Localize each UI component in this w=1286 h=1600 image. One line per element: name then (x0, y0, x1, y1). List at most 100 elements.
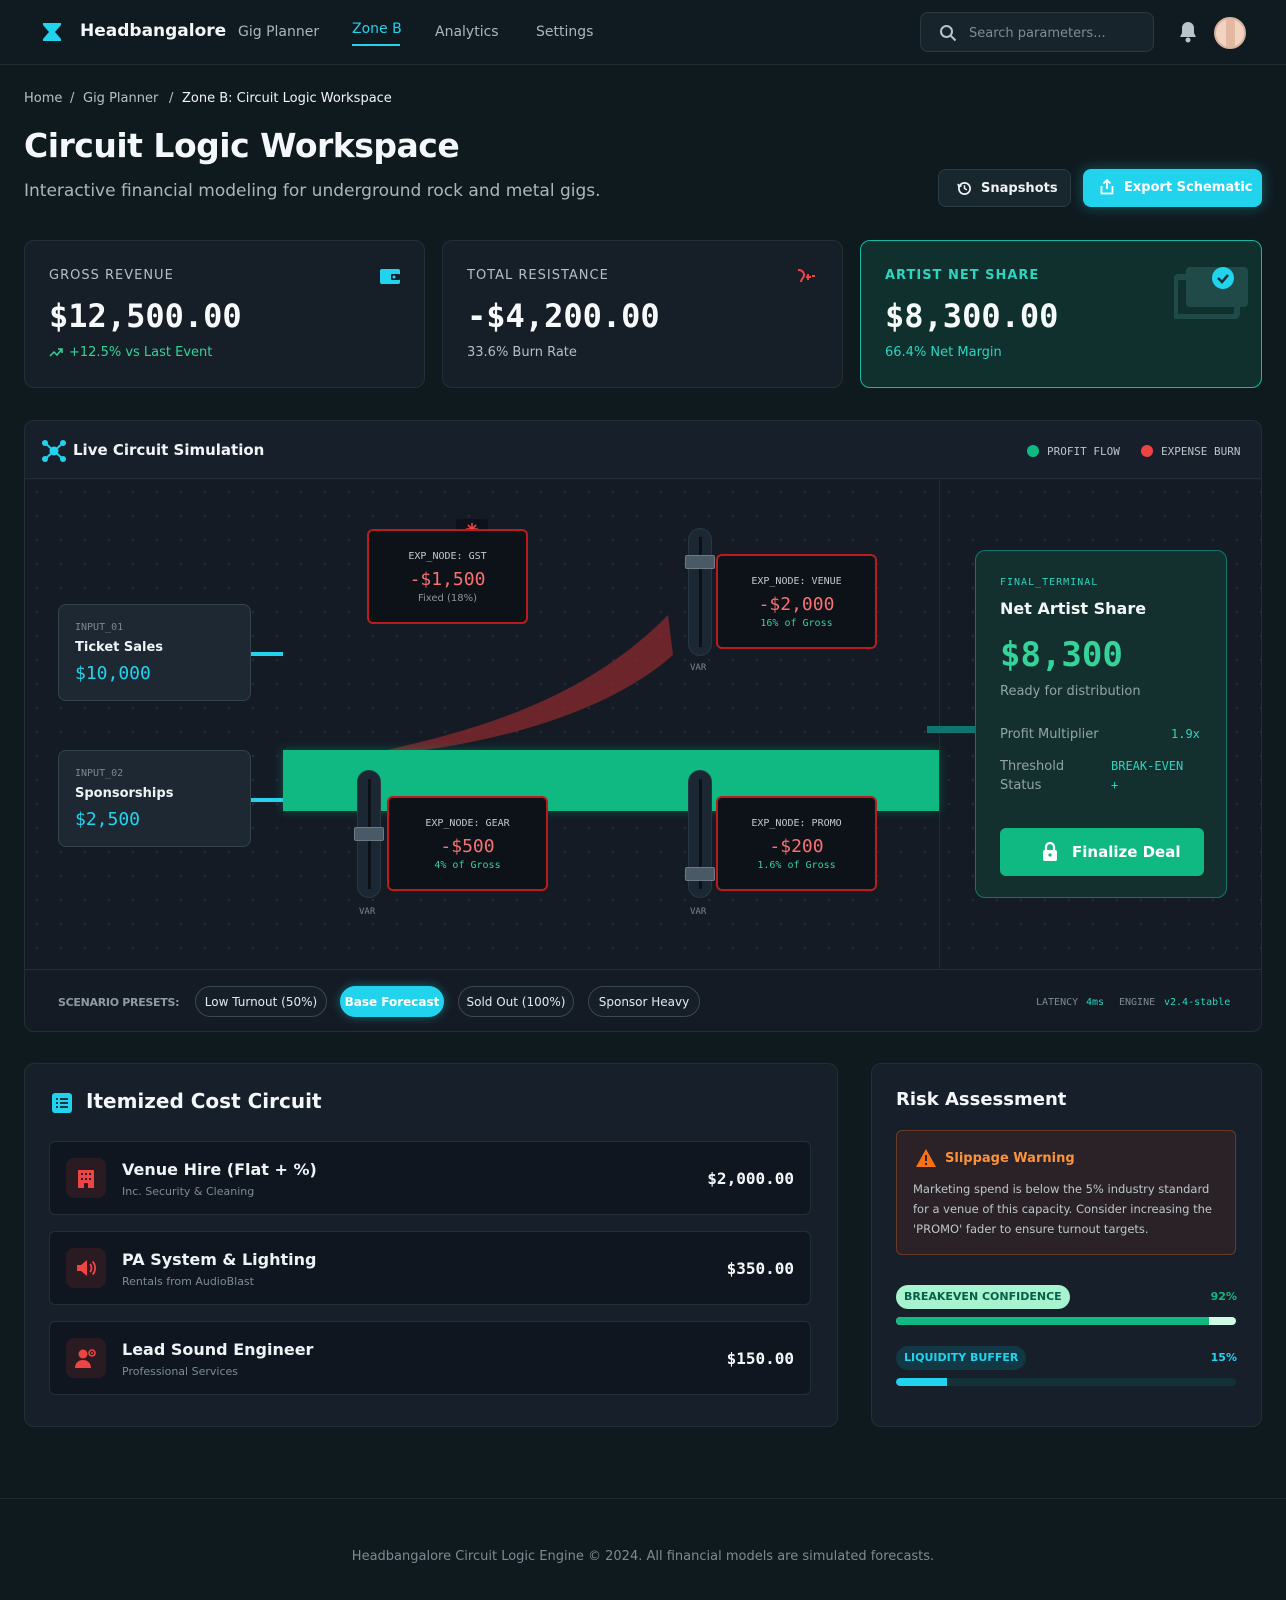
final-terminal-card: FINAL_TERMINAL Net Artist Share $8,300 R… (975, 550, 1227, 898)
stat-value: -$4,200.00 (467, 297, 660, 335)
cost-name: PA System & Lighting (122, 1250, 317, 1269)
breadcrumb-gig-planner[interactable]: Gig Planner (83, 91, 158, 106)
warning-title: Slippage Warning (945, 1151, 1075, 1166)
fader-track (699, 537, 702, 647)
terminal-value: $8,300 (1000, 635, 1123, 675)
finalize-deal-button[interactable]: Finalize Deal (1000, 828, 1204, 876)
search-box[interactable] (920, 12, 1154, 52)
brand-name[interactable]: Headbangalore (80, 21, 226, 41)
breadcrumb-current: Zone B: Circuit Logic Workspace (182, 91, 392, 106)
top-nav: Headbangalore Gig Planner Zone B Analyti… (0, 0, 1286, 65)
profit-multiplier-value: 1.9x (1171, 727, 1200, 741)
input-node-ticket-sales[interactable]: INPUT_01 Ticket Sales $10,000 (58, 604, 251, 701)
latency-label: LATENCY (1036, 997, 1079, 1008)
stat-trend: +12.5% vs Last Event (49, 345, 212, 360)
list-icon (52, 1093, 72, 1113)
input-value: $2,500 (75, 809, 141, 830)
liquidity-buffer-percent: 15% (1210, 1351, 1237, 1364)
cost-amount: $150.00 (726, 1349, 794, 1368)
bell-icon[interactable] (1178, 21, 1198, 43)
threshold-value: BREAK-EVEN (1111, 759, 1184, 773)
expense-node-promo[interactable]: EXP_NODE: PROMO -$200 1.6% of Gross (716, 796, 877, 891)
fader-knob[interactable] (685, 555, 715, 569)
page-subtitle: Interactive financial modeling for under… (24, 181, 601, 201)
cost-icon-wrap (66, 1248, 106, 1288)
nav-link-gig-planner[interactable]: Gig Planner (238, 24, 319, 40)
fader-knob[interactable] (354, 827, 384, 841)
liquidity-buffer-tag: LIQUIDITY BUFFER (896, 1346, 1027, 1370)
preset-low-turnout[interactable]: Low Turnout (50%) (195, 986, 327, 1017)
search-input[interactable] (969, 22, 1139, 44)
expense-value: -$1,500 (409, 569, 486, 590)
scenario-presets-label: SCENARIO PRESETS: (58, 996, 180, 1009)
preset-sold-out[interactable]: Sold Out (100%) (458, 986, 574, 1017)
snapshots-label: Snapshots (981, 181, 1058, 196)
avatar[interactable] (1214, 17, 1246, 49)
cost-row-sound-engineer[interactable]: Lead Sound Engineer Professional Service… (49, 1321, 811, 1395)
terminal-name: Net Artist Share (1000, 599, 1147, 618)
cost-desc: Rentals from AudioBlast (122, 1275, 254, 1288)
expense-node-venue[interactable]: EXP_NODE: VENUE -$2,000 16% of Gross (716, 554, 877, 649)
hourglass-logo-icon[interactable] (42, 23, 62, 41)
terminal-status: Ready for distribution (1000, 684, 1141, 699)
liquidity-buffer-bar (896, 1378, 1236, 1386)
circuit-hub-icon (42, 440, 66, 462)
snapshots-button[interactable]: Snapshots (938, 169, 1071, 207)
breadcrumb-separator: / (70, 91, 75, 106)
warning-body: Marketing spend is below the 5% industry… (913, 1182, 1212, 1236)
gear-fader[interactable] (354, 770, 384, 898)
export-label: Export Schematic (1124, 180, 1253, 195)
venue-fader[interactable] (685, 528, 715, 656)
circuit-canvas: INPUT_01 Ticket Sales $10,000 INPUT_02 S… (25, 480, 1261, 969)
terminal-key: FINAL_TERMINAL (1000, 577, 1099, 588)
var-label: VAR (690, 907, 707, 917)
breakeven-confidence-bar (896, 1317, 1236, 1325)
stat-trend-text: +12.5% vs Last Event (69, 345, 213, 360)
threshold-value-suffix: + (1111, 778, 1119, 792)
stat-burn-rate: 33.6% Burn Rate (467, 345, 577, 360)
itemized-cost-panel: Itemized Cost Circuit Venue Hire (Flat +… (24, 1063, 838, 1427)
profit-flow-legend-dot (1027, 445, 1039, 457)
cost-icon-wrap (66, 1338, 106, 1378)
simulation-title: Live Circuit Simulation (73, 441, 265, 459)
stat-card-gross-revenue: GROSS REVENUE $12,500.00 +12.5% vs Last … (24, 240, 425, 388)
stat-net-margin: 66.4% Net Margin (885, 345, 1002, 360)
page-footer: Headbangalore Circuit Logic Engine © 202… (0, 1498, 1286, 1600)
input-node-sponsorships[interactable]: INPUT_02 Sponsorships $2,500 (58, 750, 251, 847)
expense-value: -$2,000 (758, 594, 835, 615)
stat-label: TOTAL RESISTANCE (467, 268, 609, 283)
risk-assessment-panel: Risk Assessment Slippage Warning Marketi… (871, 1063, 1262, 1427)
stat-value: $12,500.00 (49, 297, 242, 335)
fader-knob[interactable] (685, 867, 715, 881)
promo-fader[interactable] (685, 770, 715, 898)
nav-link-analytics[interactable]: Analytics (435, 24, 499, 40)
expense-burn-legend-dot (1141, 445, 1153, 457)
warning-triangle-icon (916, 1149, 936, 1167)
money-check-icon (1174, 267, 1248, 319)
profit-flow-legend: PROFIT FLOW (1047, 445, 1120, 458)
cost-row-pa-system[interactable]: PA System & Lighting Rentals from AudioB… (49, 1231, 811, 1305)
preset-base-forecast[interactable]: Base Forecast (340, 986, 444, 1017)
breadcrumb-home[interactable]: Home (24, 91, 62, 106)
canvas-divider (939, 480, 940, 969)
expense-key: EXP_NODE: VENUE (751, 576, 842, 587)
cost-row-venue[interactable]: Venue Hire (Flat + %) Inc. Security & Cl… (49, 1141, 811, 1215)
bar-fill (896, 1317, 1209, 1325)
nav-link-zone-b[interactable]: Zone B (352, 21, 402, 37)
preset-sponsor-heavy[interactable]: Sponsor Heavy (588, 986, 700, 1017)
trending-up-icon (49, 348, 63, 357)
nav-link-settings[interactable]: Settings (536, 24, 593, 40)
panel-title: Risk Assessment (896, 1089, 1067, 1110)
expense-key: EXP_NODE: PROMO (751, 818, 842, 829)
engineer-icon (75, 1349, 96, 1368)
expense-value: -$200 (769, 836, 824, 857)
breakeven-confidence-percent: 92% (1210, 1290, 1237, 1303)
engine-value: v2.4-stable (1164, 997, 1231, 1008)
expense-node-gst[interactable]: EXP_NODE: GST -$1,500 Fixed (18%) (367, 529, 528, 624)
expense-node-gear[interactable]: EXP_NODE: GEAR -$500 4% of Gross (387, 796, 548, 891)
expense-value: -$500 (440, 836, 495, 857)
simulation-header: Live Circuit Simulation PROFIT FLOW EXPE… (25, 421, 1261, 479)
live-circuit-simulation-panel: Live Circuit Simulation PROFIT FLOW EXPE… (24, 420, 1262, 1032)
export-schematic-button[interactable]: Export Schematic (1083, 169, 1262, 207)
search-icon (940, 25, 957, 42)
